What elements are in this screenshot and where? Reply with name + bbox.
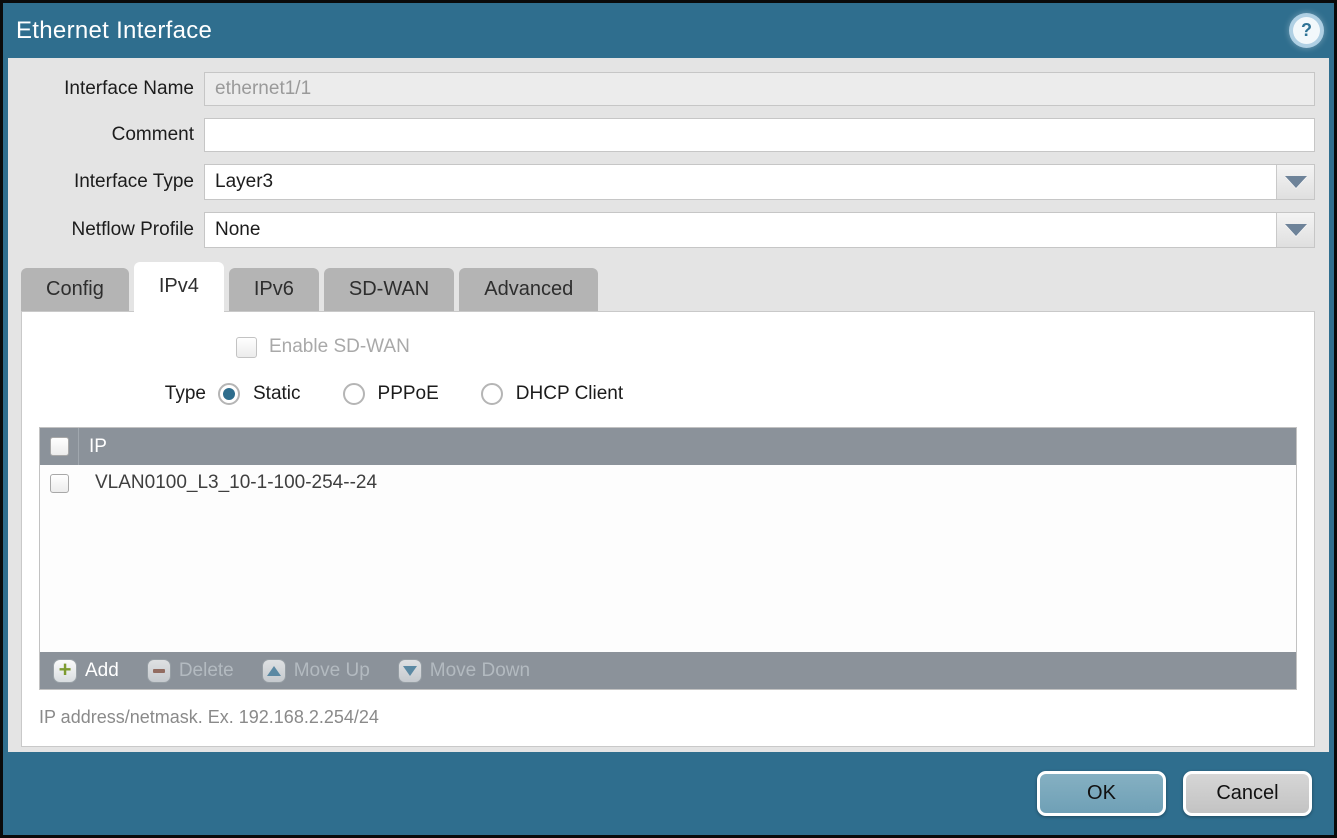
- move-down-button[interactable]: Move Down: [398, 659, 530, 683]
- ipv4-tab-panel: Enable SD-WAN Type Static PPPoE DHCP Cli…: [21, 311, 1315, 747]
- radio-option-static[interactable]: Static: [218, 383, 301, 405]
- radio-static-label: Static: [253, 383, 301, 405]
- radio-static[interactable]: [218, 383, 240, 405]
- add-button-label: Add: [85, 660, 119, 682]
- dialog-title: Ethernet Interface: [16, 17, 212, 45]
- netflow-profile-label: Netflow Profile: [8, 219, 204, 241]
- netflow-profile-dropdown-button[interactable]: [1276, 213, 1314, 247]
- radio-pppoe[interactable]: [343, 383, 365, 405]
- delete-button[interactable]: Delete: [147, 659, 234, 683]
- interface-type-dropdown-button[interactable]: [1276, 165, 1314, 199]
- dialog-body: Interface Name ethernet1/1 Comment Inter…: [8, 58, 1329, 752]
- table-row[interactable]: VLAN0100_L3_10-1-100-254--24: [40, 465, 1296, 501]
- type-row: Type Static PPPoE DHCP Client: [22, 383, 1314, 405]
- tab-sdwan[interactable]: SD-WAN: [324, 268, 454, 311]
- enable-sdwan-label: Enable SD-WAN: [269, 336, 410, 358]
- cancel-button[interactable]: Cancel: [1183, 771, 1312, 816]
- help-icon[interactable]: ?: [1293, 17, 1320, 44]
- ethernet-interface-dialog: Ethernet Interface ? Interface Name ethe…: [0, 0, 1337, 838]
- tab-ipv4[interactable]: IPv4: [134, 262, 224, 311]
- dialog-titlebar: Ethernet Interface ?: [3, 3, 1334, 58]
- enable-sdwan-checkbox: [236, 337, 257, 358]
- netflow-profile-value: None: [205, 213, 1276, 247]
- comment-field[interactable]: [204, 118, 1315, 152]
- move-up-button-label: Move Up: [294, 660, 370, 682]
- tab-advanced[interactable]: Advanced: [459, 268, 598, 311]
- ok-button[interactable]: OK: [1037, 771, 1166, 816]
- interface-name-label: Interface Name: [8, 78, 204, 100]
- ip-format-hint: IP address/netmask. Ex. 192.168.2.254/24: [39, 707, 1314, 728]
- interface-type-label: Interface Type: [8, 171, 204, 193]
- arrow-down-icon: [398, 659, 422, 683]
- chevron-down-icon: [1285, 176, 1307, 188]
- dialog-footer: OK Cancel: [3, 752, 1334, 835]
- netflow-profile-row: Netflow Profile None: [8, 212, 1315, 248]
- tab-ipv6[interactable]: IPv6: [229, 268, 319, 311]
- interface-type-row: Interface Type Layer3: [8, 164, 1315, 200]
- move-down-button-label: Move Down: [430, 660, 530, 682]
- select-all-checkbox[interactable]: [50, 437, 69, 456]
- move-up-button[interactable]: Move Up: [262, 659, 370, 683]
- tab-bar: Config IPv4 IPv6 SD-WAN Advanced: [21, 262, 1315, 311]
- type-label: Type: [22, 383, 218, 405]
- radio-option-dhcp-client[interactable]: DHCP Client: [481, 383, 623, 405]
- enable-sdwan-row: Enable SD-WAN: [236, 336, 1314, 358]
- select-all-cell: [40, 428, 79, 465]
- radio-pppoe-label: PPPoE: [378, 383, 439, 405]
- ip-table-header: IP: [40, 428, 1296, 465]
- interface-type-value: Layer3: [205, 165, 1276, 199]
- arrow-up-icon: [262, 659, 286, 683]
- ip-table: IP VLAN0100_L3_10-1-100-254--24 + Add: [39, 427, 1297, 690]
- chevron-down-icon: [1285, 224, 1307, 236]
- ip-column-header: IP: [79, 436, 107, 458]
- plus-icon: +: [53, 659, 77, 683]
- add-button[interactable]: + Add: [53, 659, 119, 683]
- row-checkbox-cell: [40, 465, 79, 501]
- radio-dhcp-client[interactable]: [481, 383, 503, 405]
- ip-row-value: VLAN0100_L3_10-1-100-254--24: [79, 472, 377, 494]
- netflow-profile-dropdown[interactable]: None: [204, 212, 1315, 248]
- delete-button-label: Delete: [179, 660, 234, 682]
- comment-row: Comment: [8, 118, 1315, 152]
- radio-option-pppoe[interactable]: PPPoE: [343, 383, 439, 405]
- radio-dhcp-client-label: DHCP Client: [516, 383, 623, 405]
- minus-icon: [147, 659, 171, 683]
- tab-config[interactable]: Config: [21, 268, 129, 311]
- interface-name-row: Interface Name ethernet1/1: [8, 72, 1315, 106]
- interface-name-field: ethernet1/1: [204, 72, 1315, 106]
- row-checkbox[interactable]: [50, 474, 69, 493]
- ip-table-toolbar: + Add Delete Move Up Move Down: [40, 652, 1296, 689]
- ip-table-body: VLAN0100_L3_10-1-100-254--24: [40, 465, 1296, 652]
- interface-type-dropdown[interactable]: Layer3: [204, 164, 1315, 200]
- comment-label: Comment: [8, 124, 204, 146]
